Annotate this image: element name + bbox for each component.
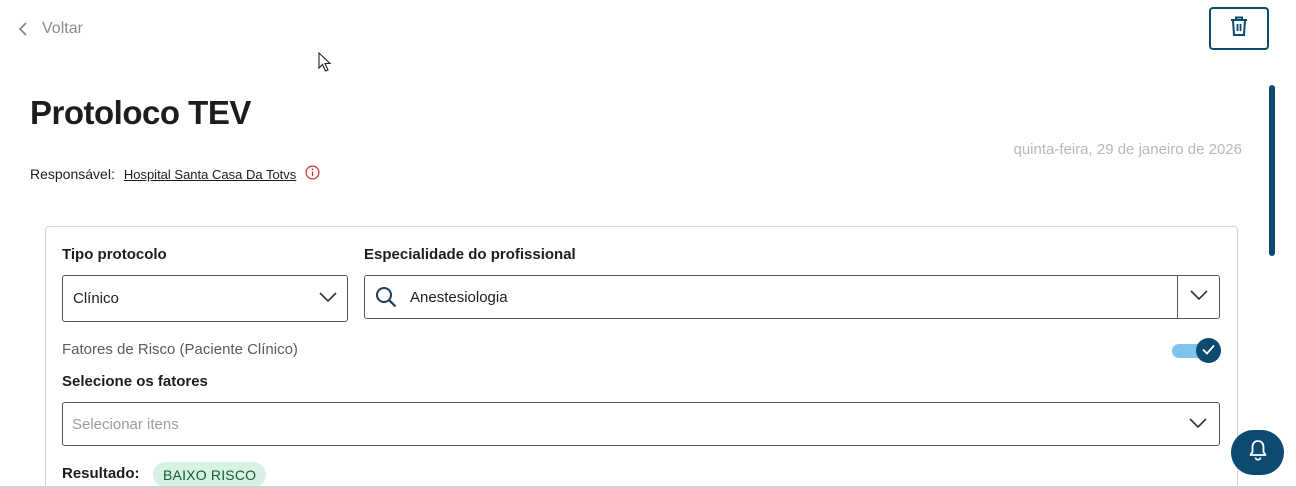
- scrollbar-thumb[interactable]: [1269, 85, 1275, 256]
- date-text: quinta-feira, 29 de janeiro de 2026: [1013, 141, 1242, 158]
- fatores-multiselect[interactable]: Selecionar itens: [62, 402, 1220, 446]
- tipo-protocolo-value: Clínico: [73, 290, 119, 307]
- delete-button[interactable]: [1209, 7, 1269, 50]
- chevron-down-icon: [1190, 288, 1208, 306]
- risk-badge: BAIXO RISCO: [153, 462, 267, 487]
- back-link[interactable]: Voltar: [18, 18, 83, 40]
- check-icon: [1202, 342, 1215, 360]
- resultado-label: Resultado:: [62, 465, 140, 482]
- tipo-protocolo-select[interactable]: Clínico: [62, 275, 348, 322]
- especialidade-value: Anestesiologia: [410, 289, 508, 306]
- chevron-left-icon: [18, 22, 28, 36]
- fatores-section-title: Fatores de Risco (Paciente Clínico): [62, 341, 298, 358]
- chevron-down-icon: [319, 290, 337, 308]
- responsavel-link[interactable]: Hospital Santa Casa Da Totvs: [124, 167, 296, 182]
- fatores-placeholder: Selecionar itens: [72, 415, 179, 433]
- selecione-fatores-label: Selecione os fatores: [62, 373, 208, 390]
- page-title: Protoloco TEV: [30, 94, 251, 131]
- back-label: Voltar: [42, 20, 83, 37]
- bell-icon: [1248, 439, 1268, 466]
- chevron-down-icon: [1189, 416, 1207, 434]
- tipo-protocolo-label: Tipo protocolo: [62, 246, 167, 263]
- especialidade-dropdown-button[interactable]: [1178, 276, 1220, 318]
- cursor-icon: [318, 51, 332, 77]
- fatores-toggle[interactable]: [1172, 337, 1221, 364]
- trash-icon: [1230, 16, 1248, 41]
- toggle-knob: [1196, 338, 1221, 363]
- info-icon[interactable]: [305, 165, 320, 183]
- search-icon: [375, 286, 397, 313]
- responsavel-row: Responsável: Hospital Santa Casa Da Totv…: [30, 165, 320, 183]
- especialidade-label: Especialidade do profissional: [364, 246, 576, 263]
- responsavel-label: Responsável:: [30, 166, 115, 182]
- especialidade-combobox[interactable]: Anestesiologia: [364, 275, 1220, 319]
- notification-button[interactable]: [1231, 430, 1284, 475]
